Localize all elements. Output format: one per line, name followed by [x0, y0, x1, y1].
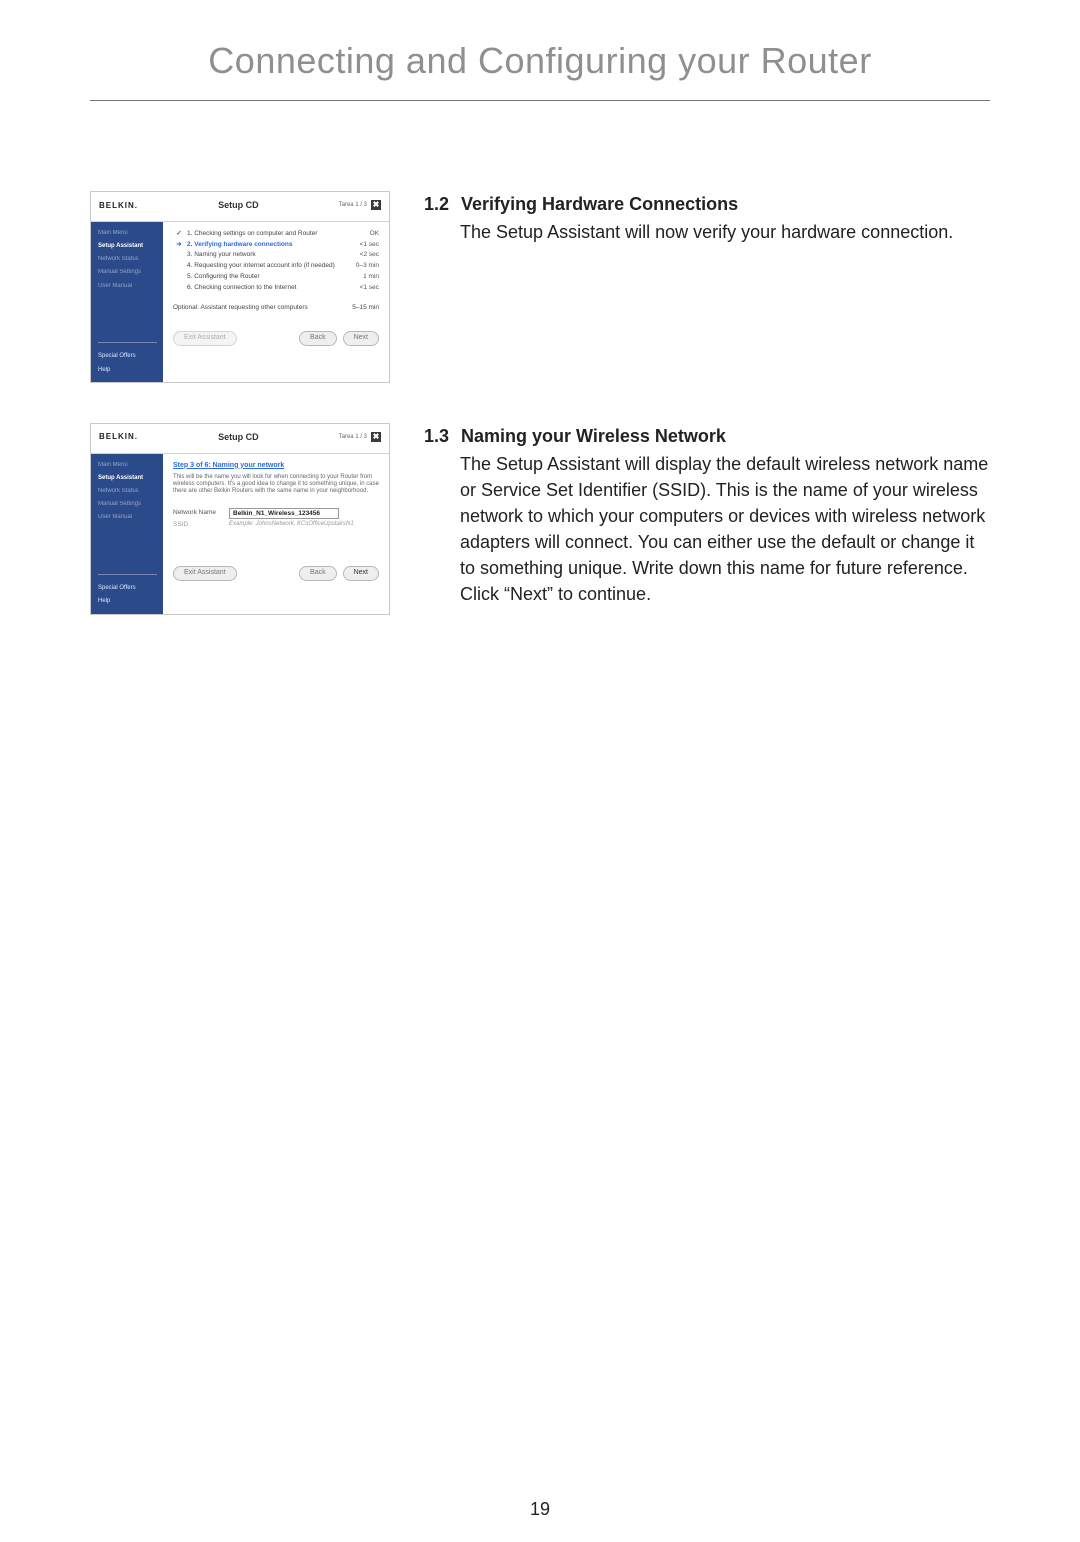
sidebar-item-user-manual[interactable]: User Manual	[98, 514, 157, 521]
section-title: Verifying Hardware Connections	[461, 191, 738, 217]
sidebar-item-special-offers[interactable]: Special Offers	[98, 353, 157, 360]
back-button[interactable]: Back	[299, 331, 337, 345]
sidebar-item-help[interactable]: Help	[98, 598, 157, 605]
button-bar: Exit Assistant Back Next	[173, 331, 379, 345]
window-title: Setup CD	[218, 432, 259, 443]
optional-time: 5–15 min	[352, 304, 379, 312]
section-1-3: 1.3 Naming your Wireless Network The Set…	[424, 423, 990, 615]
sidebar-item-main-menu[interactable]: Main Menu	[98, 230, 157, 237]
step-time: OK	[370, 230, 379, 238]
page-title: Connecting and Configuring your Router	[90, 40, 990, 101]
exit-assistant-button[interactable]: Exit Assistant	[173, 566, 237, 580]
sidebar-item-main-menu[interactable]: Main Menu	[98, 462, 157, 469]
app-window: BELKIN. Setup CD Tarea 1 / 3 ✖ Main Menu…	[90, 423, 390, 615]
step-time: <2 sec	[360, 251, 379, 259]
step-list: ✓ 1. Checking settings on computer and Ro…	[175, 230, 379, 292]
page-number: 19	[0, 1499, 1080, 1520]
section-body: The Setup Assistant will display the def…	[460, 451, 990, 608]
close-icon[interactable]: ✖	[371, 200, 381, 210]
sidebar: Main Menu Setup Assistant Network Status…	[91, 454, 163, 614]
task-progress-label: Tarea 1 / 3	[339, 202, 367, 209]
ssid-sub-label: SSID	[173, 521, 221, 529]
sidebar-item-help[interactable]: Help	[98, 367, 157, 374]
exit-assistant-button[interactable]: Exit Assistant	[173, 331, 237, 345]
next-button[interactable]: Next	[343, 331, 379, 345]
step-label: 3. Naming your network	[187, 251, 256, 259]
optional-label: Optional: Assistant requesting other com…	[173, 304, 308, 312]
row-1: BELKIN. Setup CD Tarea 1 / 3 ✖ Main Menu…	[90, 191, 990, 383]
window-title: Setup CD	[218, 200, 259, 211]
brand-logo: BELKIN.	[99, 432, 138, 442]
title-bar: BELKIN. Setup CD Tarea 1 / 3 ✖	[91, 192, 389, 222]
ssid-input[interactable]	[229, 508, 339, 519]
sidebar-item-setup-assistant[interactable]: Setup Assistant	[98, 475, 157, 482]
step-label: 6. Checking connection to the Internet	[187, 284, 297, 292]
section-title: Naming your Wireless Network	[461, 423, 726, 449]
section-number: 1.2	[424, 191, 449, 217]
next-button[interactable]: Next	[343, 566, 379, 580]
main-pane: ✓ 1. Checking settings on computer and Ro…	[163, 222, 389, 382]
sidebar-item-manual-settings[interactable]: Manual Settings	[98, 501, 157, 508]
arrow-right-icon: ➔	[175, 241, 183, 249]
step-label: 1. Checking settings on computer and Rou…	[187, 230, 317, 238]
sidebar-item-user-manual[interactable]: User Manual	[98, 283, 157, 290]
task-progress-label: Tarea 1 / 3	[339, 434, 367, 441]
network-name-label: Network Name	[173, 509, 221, 517]
sidebar-item-network-status[interactable]: Network Status	[98, 488, 157, 495]
step-time: 0–3 min	[356, 262, 379, 270]
screenshot-1: BELKIN. Setup CD Tarea 1 / 3 ✖ Main Menu…	[90, 191, 390, 383]
sidebar-item-special-offers[interactable]: Special Offers	[98, 585, 157, 592]
close-icon[interactable]: ✖	[371, 432, 381, 442]
brand-logo: BELKIN.	[99, 201, 138, 211]
app-window: BELKIN. Setup CD Tarea 1 / 3 ✖ Main Menu…	[90, 191, 390, 383]
step-time: <1 sec	[360, 284, 379, 292]
step-description: This will be the name you will look for …	[173, 474, 379, 496]
section-body: The Setup Assistant will now verify your…	[460, 219, 990, 245]
step-heading: Step 3 of 6: Naming your network	[173, 462, 379, 470]
screenshot-2: BELKIN. Setup CD Tarea 1 / 3 ✖ Main Menu…	[90, 423, 390, 615]
sidebar: Main Menu Setup Assistant Network Status…	[91, 222, 163, 382]
ssid-example-hint: Example: JohnsNetwork, KCsOfficeUpstairs…	[229, 521, 354, 528]
section-number: 1.3	[424, 423, 449, 449]
row-2: BELKIN. Setup CD Tarea 1 / 3 ✖ Main Menu…	[90, 423, 990, 615]
sidebar-item-network-status[interactable]: Network Status	[98, 256, 157, 263]
step-time: 1 min	[363, 273, 379, 281]
main-pane: Step 3 of 6: Naming your network This wi…	[163, 454, 389, 614]
sidebar-item-setup-assistant[interactable]: Setup Assistant	[98, 243, 157, 250]
title-bar: BELKIN. Setup CD Tarea 1 / 3 ✖	[91, 424, 389, 454]
step-label: 5. Configuring the Router	[187, 273, 260, 281]
back-button[interactable]: Back	[299, 566, 337, 580]
step-label: 2. Verifying hardware connections	[187, 241, 292, 249]
optional-step: Optional: Assistant requesting other com…	[173, 304, 379, 312]
step-label: 4. Requesting your internet account info…	[187, 262, 335, 270]
sidebar-item-manual-settings[interactable]: Manual Settings	[98, 269, 157, 276]
section-1-2: 1.2 Verifying Hardware Connections The S…	[424, 191, 990, 383]
button-bar: Exit Assistant Back Next	[173, 566, 379, 580]
step-time: <1 sec	[360, 241, 379, 249]
check-icon: ✓	[175, 230, 183, 238]
